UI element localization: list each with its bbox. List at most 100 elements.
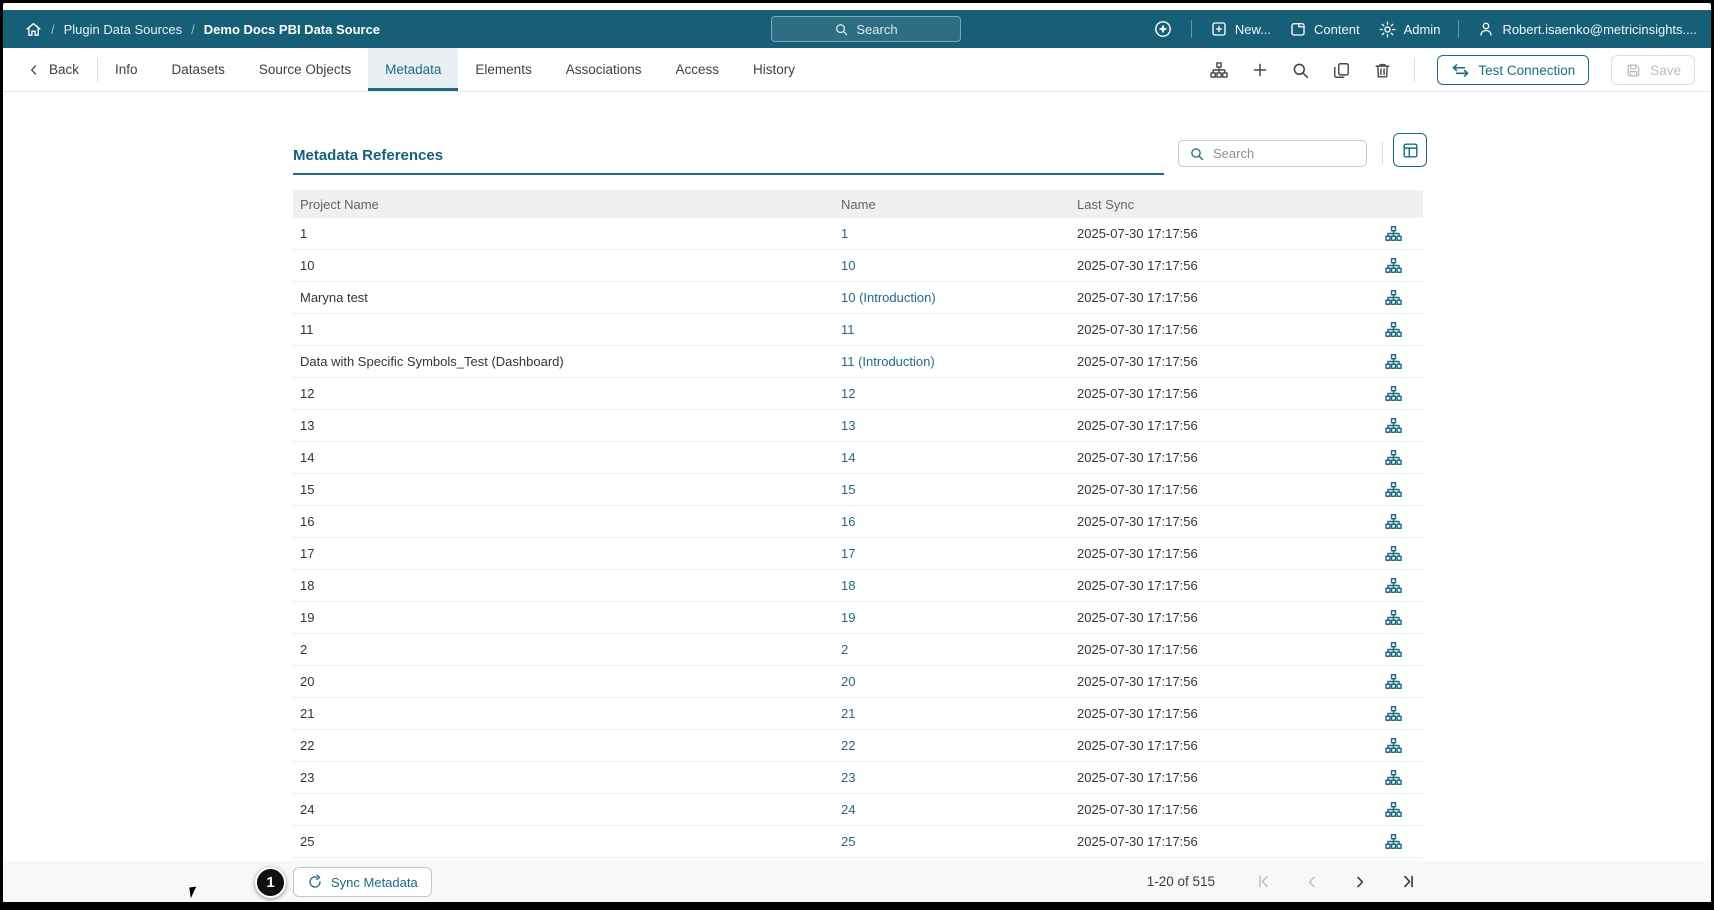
column-header-name[interactable]: Name: [841, 197, 1077, 212]
cell-name-link[interactable]: 16: [841, 514, 855, 529]
user-email-label: Robert.isaenko@metricinsights....: [1502, 22, 1697, 37]
tab-metadata[interactable]: Metadata: [368, 48, 458, 91]
home-icon[interactable]: [25, 21, 42, 38]
cell-name-link[interactable]: 22: [841, 738, 855, 753]
floppy-icon: [1625, 62, 1642, 79]
cell-name-link[interactable]: 19: [841, 610, 855, 625]
sitemap-icon[interactable]: [1384, 640, 1403, 659]
test-connection-button[interactable]: Test Connection: [1437, 55, 1589, 85]
sitemap-icon[interactable]: [1384, 544, 1403, 563]
sitemap-icon[interactable]: [1384, 224, 1403, 243]
cell-last-sync: 2025-07-30 17:17:56: [1077, 258, 1363, 273]
cell-name-link[interactable]: 21: [841, 706, 855, 721]
sitemap-icon[interactable]: [1384, 672, 1403, 691]
cell-name-link[interactable]: 10: [841, 258, 855, 273]
cell-name-link[interactable]: 1: [841, 226, 848, 241]
back-button[interactable]: Back: [3, 48, 97, 91]
next-page-icon[interactable]: [1352, 874, 1368, 890]
cell-last-sync: 2025-07-30 17:17:56: [1077, 546, 1363, 561]
plus-icon[interactable]: [1251, 61, 1269, 79]
sitemap-icon[interactable]: [1384, 320, 1403, 339]
table-row: Data with Specific Symbols_Test (Dashboa…: [293, 346, 1423, 378]
content-menu-label: Content: [1314, 22, 1360, 37]
cell-project-name: 25: [293, 834, 841, 849]
cell-name-link[interactable]: 24: [841, 802, 855, 817]
admin-menu-item[interactable]: Admin: [1378, 20, 1441, 39]
sitemap-icon[interactable]: [1384, 352, 1403, 371]
last-page-icon[interactable]: [1400, 873, 1417, 890]
cell-project-name: Data with Specific Symbols_Test (Dashboa…: [293, 354, 841, 369]
global-search-input[interactable]: Search: [771, 16, 961, 42]
test-connection-label: Test Connection: [1478, 63, 1575, 78]
table-row: 10 10 2025-07-30 17:17:56: [293, 250, 1423, 282]
cell-project-name: Maryna test: [293, 290, 841, 305]
sitemap-icon[interactable]: [1384, 704, 1403, 723]
sitemap-icon[interactable]: [1384, 736, 1403, 755]
cell-name-link[interactable]: 23: [841, 770, 855, 785]
table-row: 23 23 2025-07-30 17:17:56: [293, 762, 1423, 794]
search-icon[interactable]: [1291, 61, 1310, 80]
cell-name-link[interactable]: 15: [841, 482, 855, 497]
sitemap-icon[interactable]: [1384, 800, 1403, 819]
tab-datasets[interactable]: Datasets: [155, 48, 242, 91]
first-page-icon[interactable]: [1255, 873, 1272, 890]
table-row: 22 22 2025-07-30 17:17:56: [293, 730, 1423, 762]
table-row: 20 20 2025-07-30 17:17:56: [293, 666, 1423, 698]
breadcrumb-plugin-data-sources[interactable]: Plugin Data Sources: [64, 22, 183, 37]
content-menu-item[interactable]: Content: [1289, 20, 1360, 38]
sitemap-icon[interactable]: [1384, 480, 1403, 499]
ai-assistant-icon[interactable]: [1153, 19, 1173, 39]
user-menu-item[interactable]: Robert.isaenko@metricinsights....: [1477, 20, 1697, 38]
save-button[interactable]: Save: [1611, 55, 1695, 85]
cell-name-link[interactable]: 11: [841, 322, 855, 337]
trash-icon[interactable]: [1373, 61, 1392, 80]
tab-info[interactable]: Info: [98, 48, 155, 91]
table-row: 16 16 2025-07-30 17:17:56: [293, 506, 1423, 538]
sitemap-icon[interactable]: [1384, 256, 1403, 275]
sync-metadata-button[interactable]: Sync Metadata: [293, 867, 432, 897]
cell-name-link[interactable]: 20: [841, 674, 855, 689]
sitemap-icon[interactable]: [1384, 448, 1403, 467]
user-icon: [1477, 20, 1495, 38]
cell-project-name: 17: [293, 546, 841, 561]
cell-last-sync: 2025-07-30 17:17:56: [1077, 834, 1363, 849]
sitemap-icon[interactable]: [1384, 384, 1403, 403]
cell-name-link[interactable]: 11 (Introduction): [841, 354, 935, 369]
sitemap-icon[interactable]: [1209, 60, 1229, 80]
cell-project-name: 24: [293, 802, 841, 817]
cell-last-sync: 2025-07-30 17:17:56: [1077, 674, 1363, 689]
cell-last-sync: 2025-07-30 17:17:56: [1077, 450, 1363, 465]
previous-page-icon[interactable]: [1304, 874, 1320, 890]
cell-name-link[interactable]: 10 (Introduction): [841, 290, 936, 305]
cell-name-link[interactable]: 25: [841, 834, 855, 849]
sitemap-icon[interactable]: [1384, 512, 1403, 531]
tab-source-objects[interactable]: Source Objects: [242, 48, 368, 91]
back-button-label: Back: [49, 62, 79, 77]
tab-history[interactable]: History: [736, 48, 812, 91]
cell-name-link[interactable]: 13: [841, 418, 855, 433]
cell-name-link[interactable]: 17: [841, 546, 855, 561]
cell-last-sync: 2025-07-30 17:17:56: [1077, 354, 1363, 369]
grid-search-input[interactable]: Search: [1178, 140, 1367, 167]
tab-access[interactable]: Access: [659, 48, 737, 91]
sitemap-icon[interactable]: [1384, 608, 1403, 627]
cell-name-link[interactable]: 14: [841, 450, 855, 465]
cell-name-link[interactable]: 18: [841, 578, 855, 593]
sitemap-icon[interactable]: [1384, 576, 1403, 595]
cell-name-link[interactable]: 2: [841, 642, 848, 657]
cell-name-link[interactable]: 12: [841, 386, 855, 401]
sitemap-icon[interactable]: [1384, 416, 1403, 435]
cell-project-name: 22: [293, 738, 841, 753]
tab-associations[interactable]: Associations: [549, 48, 659, 91]
column-header-project-name[interactable]: Project Name: [293, 197, 841, 212]
sitemap-icon[interactable]: [1384, 288, 1403, 307]
column-header-last-sync[interactable]: Last Sync: [1077, 197, 1363, 212]
column-settings-button[interactable]: [1393, 133, 1427, 167]
pagination: 1-20 of 515: [1147, 861, 1417, 902]
cell-project-name: 11: [293, 322, 841, 337]
sitemap-icon[interactable]: [1384, 832, 1403, 851]
sitemap-icon[interactable]: [1384, 768, 1403, 787]
tab-elements[interactable]: Elements: [458, 48, 548, 91]
new-menu-item[interactable]: New...: [1210, 20, 1271, 38]
copy-icon[interactable]: [1332, 61, 1351, 80]
